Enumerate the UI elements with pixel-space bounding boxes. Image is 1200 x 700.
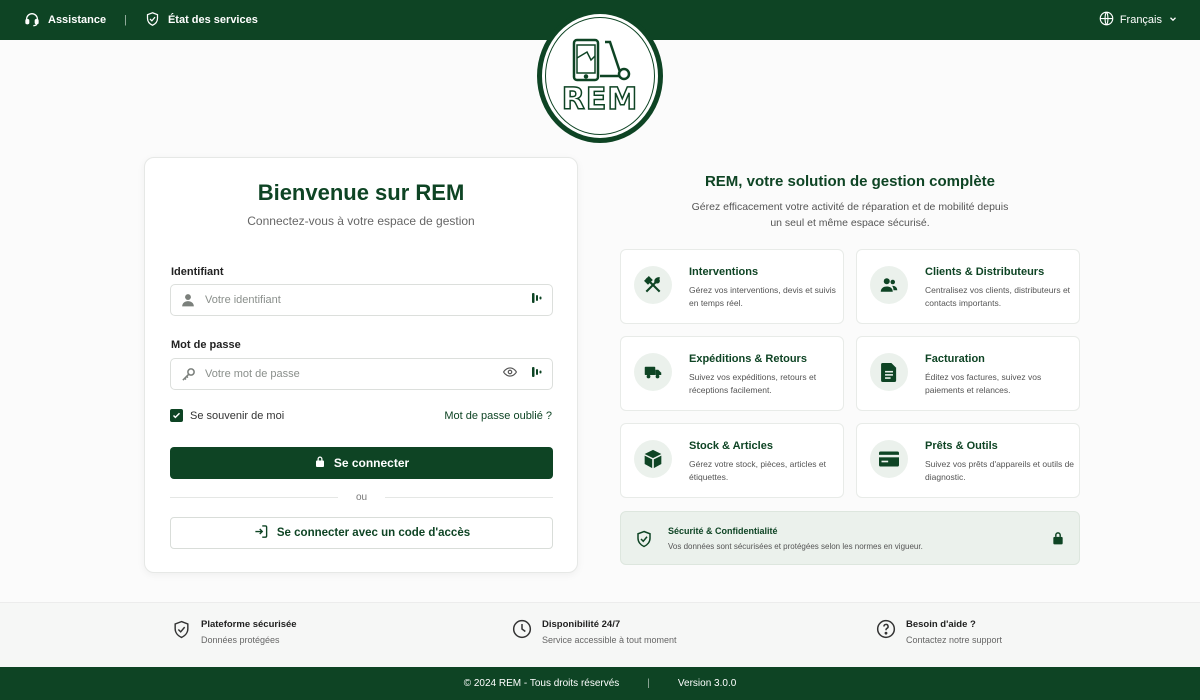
- password-field: [170, 358, 553, 390]
- feature-card-loans: Prêts & Outils Suivez vos prêts d'appare…: [856, 423, 1080, 498]
- tools-icon: [634, 266, 672, 304]
- question-icon: [876, 619, 896, 645]
- lock-icon: [314, 455, 326, 471]
- login-title: Bienvenue sur REM: [257, 180, 465, 205]
- users-icon: [870, 266, 908, 304]
- feature-card-billing: Facturation Éditez vos factures, suivez …: [856, 336, 1080, 411]
- feature-description: Suivez vos expéditions, retours et récep…: [689, 372, 817, 395]
- login-arrow-icon: [253, 524, 269, 542]
- key-icon: [171, 367, 205, 382]
- feature-title: Expéditions & Retours: [689, 353, 807, 365]
- promo-title: REM, votre solution de gestion complète: [704, 173, 996, 190]
- shield-check-icon: [172, 619, 191, 645]
- top-bar-links: Assistance | État des services: [24, 0, 258, 40]
- feature-description: Gérez votre stock, pièces, articles et é…: [689, 459, 826, 482]
- access-code-label: Se connecter avec un code d'accès: [276, 527, 471, 539]
- service-status-label: État des services: [167, 14, 258, 26]
- info-item-availability: Disponibilité 24/7 Service accessible à …: [512, 619, 677, 645]
- service-status-link[interactable]: État des services: [145, 11, 258, 30]
- clock-icon: [512, 619, 532, 645]
- feature-title: Interventions: [689, 266, 759, 278]
- info-description: Contactez notre support: [906, 635, 1003, 645]
- info-item-help[interactable]: Besoin d'aide ? Contactez notre support: [876, 619, 1002, 645]
- truck-icon: [634, 353, 672, 391]
- info-description: Données protégées: [201, 635, 280, 645]
- feature-description: Suivez vos prêts d'appareils et outils d…: [925, 459, 1075, 482]
- info-description: Service accessible à tout moment: [542, 635, 677, 645]
- language-label: Français: [1119, 14, 1162, 26]
- logo-text: REM: [561, 81, 639, 118]
- invoice-icon: [870, 353, 908, 391]
- login-button-label: Se connecter: [333, 456, 410, 470]
- headset-icon: [24, 11, 40, 30]
- password-manager-icon[interactable]: [532, 365, 542, 383]
- remember-me[interactable]: Se souvenir de moi: [170, 409, 284, 422]
- feature-title: Stock & Articles: [689, 440, 773, 452]
- access-code-button[interactable]: Se connecter avec un code d'accès: [170, 517, 553, 549]
- language-selector[interactable]: Français: [1099, 0, 1178, 40]
- version: Version 3.0.0: [677, 678, 737, 689]
- or-separator: ou: [170, 492, 553, 503]
- feature-description: Éditez vos factures, suivez vos paiement…: [925, 372, 1042, 395]
- assistance-link[interactable]: Assistance: [24, 11, 106, 30]
- login-button[interactable]: Se connecter: [170, 447, 553, 479]
- globe-icon: [1099, 11, 1114, 29]
- password-manager-icon[interactable]: [532, 291, 542, 309]
- password-label: Mot de passe: [171, 339, 241, 351]
- remember-label: Se souvenir de moi: [190, 409, 285, 422]
- box-icon: [634, 440, 672, 478]
- username-label: Identifiant: [171, 266, 224, 278]
- feature-card-shipments: Expéditions & Retours Suivez vos expédit…: [620, 336, 844, 411]
- info-title: Disponibilité 24/7: [542, 619, 621, 630]
- remember-checkbox[interactable]: [170, 409, 183, 422]
- info-strip: Plateforme sécurisée Données protégées D…: [0, 602, 1200, 667]
- eye-icon[interactable]: [502, 365, 518, 384]
- security-description: Vos données sont sécurisées et protégées…: [668, 542, 923, 551]
- promo-description: Gérez efficacement votre activité de rép…: [691, 201, 1009, 229]
- login-card: Bienvenue sur REM Connectez-vous à votre…: [144, 157, 578, 573]
- chevron-down-icon: [1168, 14, 1178, 27]
- lock-icon: [1051, 530, 1065, 551]
- divider: |: [124, 14, 127, 26]
- shield-check-icon: [145, 11, 160, 30]
- feature-title: Facturation: [925, 353, 985, 365]
- security-banner: Sécurité & Confidentialité Vos données s…: [620, 511, 1080, 565]
- feature-description: Gérez vos interventions, devis et suivis…: [689, 285, 836, 308]
- footer: © 2024 REM - Tous droits réservés | Vers…: [0, 667, 1200, 700]
- card-icon: [870, 440, 908, 478]
- copyright: © 2024 REM - Tous droits réservés: [463, 678, 620, 689]
- info-item-secure: Plateforme sécurisée Données protégées: [172, 619, 297, 645]
- assistance-label: Assistance: [48, 14, 107, 26]
- password-input[interactable]: [205, 368, 502, 380]
- feature-card-interventions: Interventions Gérez vos interventions, d…: [620, 249, 844, 324]
- feature-card-clients: Clients & Distributeurs Centralisez vos …: [856, 249, 1080, 324]
- username-input[interactable]: [205, 294, 532, 306]
- user-icon: [171, 293, 205, 307]
- login-subtitle: Connectez-vous à votre espace de gestion: [247, 214, 475, 228]
- shield-check-icon: [635, 529, 653, 554]
- phone-scooter-icon: [572, 38, 631, 81]
- rem-logo: REM: [537, 9, 663, 143]
- or-label: ou: [355, 492, 368, 503]
- username-field: [170, 284, 553, 316]
- forgot-password-link[interactable]: Mot de passe oublié ?: [444, 410, 552, 422]
- divider: |: [647, 678, 650, 689]
- feature-description: Centralisez vos clients, distributeurs e…: [925, 285, 1071, 308]
- info-title: Besoin d'aide ?: [906, 619, 976, 630]
- feature-title: Prêts & Outils: [925, 440, 998, 452]
- feature-card-stock: Stock & Articles Gérez votre stock, pièc…: [620, 423, 844, 498]
- security-title: Sécurité & Confidentialité: [668, 526, 778, 536]
- feature-title: Clients & Distributeurs: [925, 266, 1045, 278]
- logo-badge: REM: [545, 17, 655, 135]
- info-title: Plateforme sécurisée: [201, 619, 297, 630]
